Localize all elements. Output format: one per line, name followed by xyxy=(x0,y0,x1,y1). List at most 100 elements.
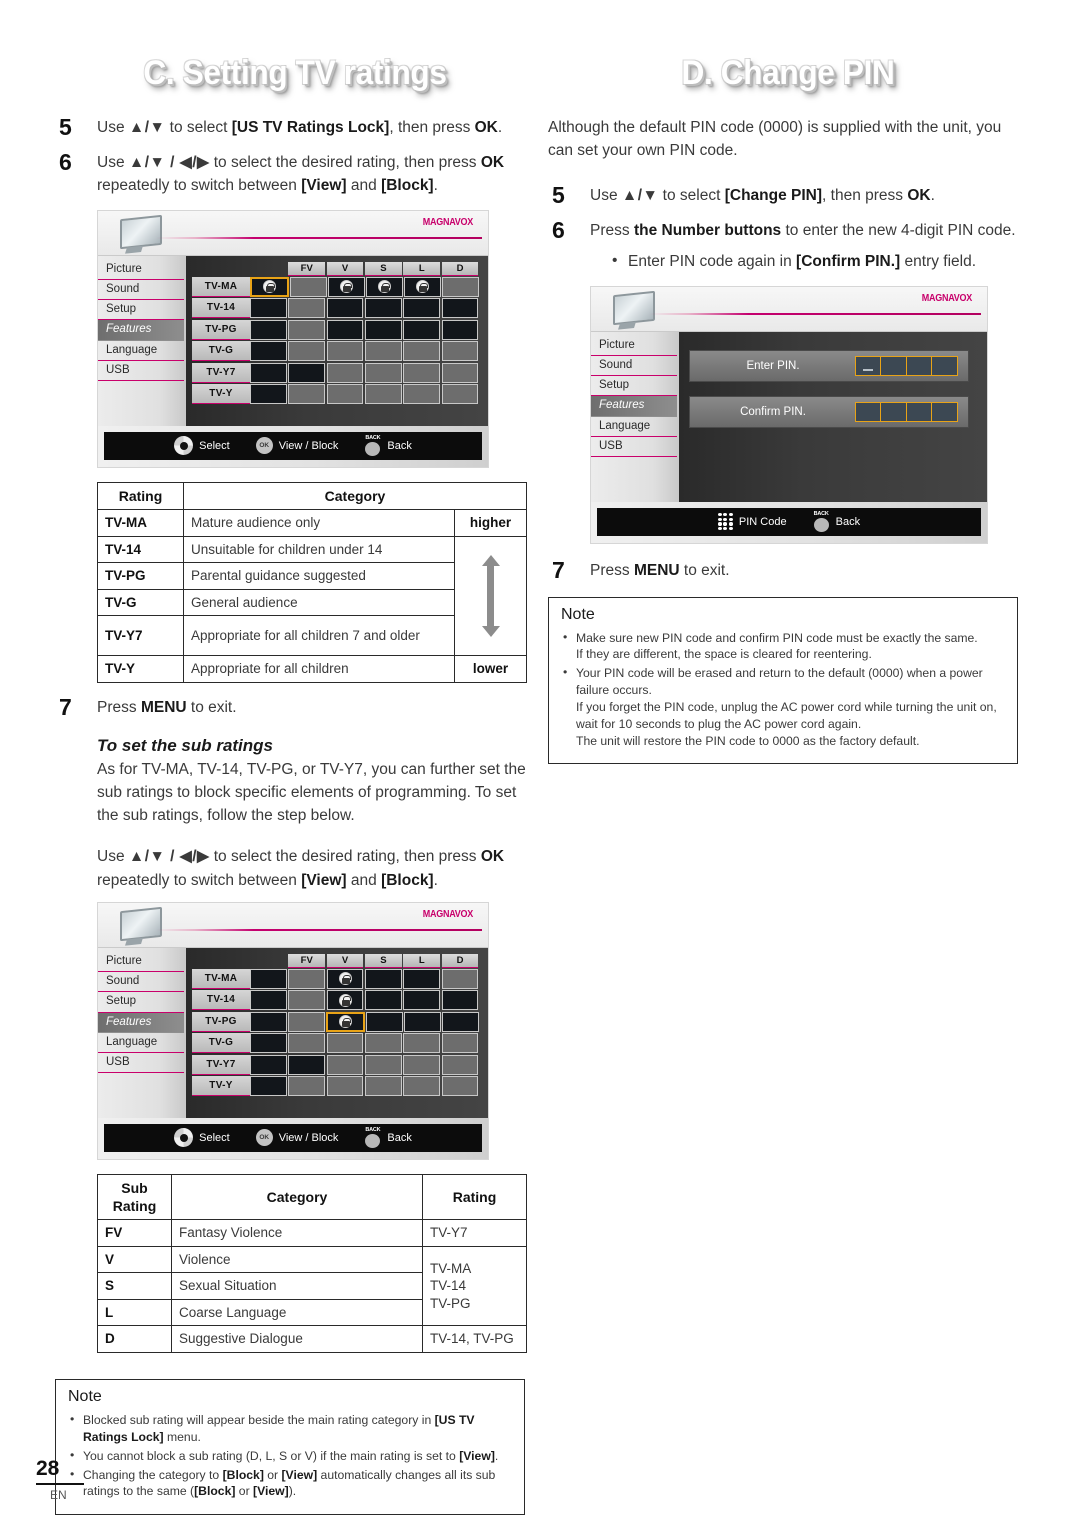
grid-cell-r3-c3[interactable] xyxy=(364,341,402,362)
grid-cell-r5-c1[interactable] xyxy=(288,1076,326,1097)
grid-cell-r5-c0[interactable] xyxy=(250,1076,287,1097)
bar-select-1[interactable]: Select xyxy=(174,436,230,456)
bar-back-1[interactable]: BACK Back xyxy=(364,435,412,456)
grid-cell-r5-c3[interactable] xyxy=(364,1076,402,1097)
grid-cell-r3-c4[interactable] xyxy=(403,1033,441,1054)
grid-cell-r1-c4[interactable] xyxy=(403,298,441,319)
pin-digit-2[interactable] xyxy=(880,355,907,376)
grid-cell-r4-c0[interactable] xyxy=(250,362,287,383)
grid-cell-r5-c4[interactable] xyxy=(403,384,441,405)
confirm-digit-2[interactable] xyxy=(880,401,907,422)
grid-cell-r5-c4[interactable] xyxy=(403,1076,441,1097)
grid-cell-r2-c3[interactable] xyxy=(364,319,402,340)
grid-cell-r3-c1[interactable] xyxy=(288,341,326,362)
sidebar-item-features[interactable]: Features xyxy=(98,1012,184,1033)
grid-cell-r1-c1[interactable] xyxy=(288,990,326,1011)
grid-cell-r2-c4[interactable] xyxy=(404,1011,441,1032)
grid-cell-r0-c1[interactable] xyxy=(288,968,326,989)
grid-cell-r3-c0[interactable] xyxy=(250,341,287,362)
grid-cell-r0-c5[interactable] xyxy=(441,968,479,989)
pin-digit-3[interactable] xyxy=(905,355,933,376)
grid-cell-r3-c5[interactable] xyxy=(441,1033,479,1054)
grid-cell-r0-c0[interactable] xyxy=(250,968,287,989)
grid-cell-r5-c5[interactable] xyxy=(441,384,479,405)
grid-cell-r1-c4[interactable] xyxy=(403,990,441,1011)
bar-pin-code[interactable]: PIN Code xyxy=(717,513,787,531)
grid-cell-r5-c2[interactable] xyxy=(326,1076,364,1097)
row-label-tv-ma[interactable]: TV-MA xyxy=(192,276,250,297)
grid-cell-r5-c3[interactable] xyxy=(364,384,402,405)
grid-cell-r2-c1[interactable] xyxy=(288,319,326,340)
grid-cell-r1-c3[interactable] xyxy=(364,298,402,319)
bar-back-3[interactable]: BACK Back xyxy=(813,511,860,532)
sidebar-item-picture[interactable]: Picture xyxy=(98,260,184,281)
sidebar-item-picture[interactable]: Picture xyxy=(98,952,184,973)
row-label-tv-y[interactable]: TV-Y xyxy=(192,384,250,405)
row-label-tv-y[interactable]: TV-Y xyxy=(192,1076,250,1097)
confirm-pin-row[interactable]: Confirm PIN. xyxy=(689,395,969,428)
sidebar-item-sound[interactable]: Sound xyxy=(98,972,184,993)
enter-pin-boxes[interactable] xyxy=(854,355,958,376)
row-label-tv-pg[interactable]: TV-PG xyxy=(192,319,250,340)
row-label-tv-g[interactable]: TV-G xyxy=(192,1033,250,1054)
bar-view-block-2[interactable]: OK View / Block xyxy=(255,1129,338,1147)
pin-digit-1[interactable] xyxy=(854,355,882,376)
grid-cell-r3-c0[interactable] xyxy=(250,1033,287,1054)
bar-back-2[interactable]: BACK Back xyxy=(364,1127,412,1148)
sidebar-item-setup[interactable]: Setup xyxy=(98,300,184,321)
grid-cell-r4-c1[interactable] xyxy=(288,362,326,383)
grid-cell-r4-c5[interactable] xyxy=(441,1054,479,1075)
sidebar-item-setup[interactable]: Setup xyxy=(591,376,677,397)
grid-cell-r0-c2[interactable] xyxy=(328,276,365,297)
confirm-digit-4[interactable] xyxy=(931,401,958,422)
grid-cell-r3-c3[interactable] xyxy=(364,1033,402,1054)
grid-cell-r0-c1[interactable] xyxy=(290,276,327,297)
grid-cell-r4-c2[interactable] xyxy=(326,1054,364,1075)
grid-cell-r4-c3[interactable] xyxy=(364,1054,402,1075)
grid-cell-r0-c4[interactable] xyxy=(404,276,441,297)
grid-cell-r4-c5[interactable] xyxy=(441,362,479,383)
row-label-tv-ma[interactable]: TV-MA xyxy=(192,968,250,989)
row-label-tv-14[interactable]: TV-14 xyxy=(192,298,250,319)
bar-select-2[interactable]: Select xyxy=(174,1128,230,1148)
grid-cell-r0-c3[interactable] xyxy=(364,968,402,989)
grid-cell-r1-c0[interactable] xyxy=(250,298,287,319)
grid-cell-r2-c0[interactable] xyxy=(250,319,287,340)
enter-pin-row[interactable]: Enter PIN. xyxy=(689,349,969,382)
grid-cell-r2-c0[interactable] xyxy=(250,1011,287,1032)
grid-cell-r0-c4[interactable] xyxy=(403,968,441,989)
confirm-digit-3[interactable] xyxy=(905,401,933,422)
sidebar-item-language[interactable]: Language xyxy=(98,1033,184,1054)
grid-cell-r5-c5[interactable] xyxy=(441,1076,479,1097)
grid-cell-r3-c4[interactable] xyxy=(403,341,441,362)
grid-cell-r1-c5[interactable] xyxy=(441,990,479,1011)
grid-cell-r4-c0[interactable] xyxy=(250,1054,287,1075)
row-label-tv-pg[interactable]: TV-PG xyxy=(192,1011,250,1032)
row-label-tv-g[interactable]: TV-G xyxy=(192,341,250,362)
grid-cell-r3-c1[interactable] xyxy=(288,1033,326,1054)
grid-cell-r1-c2[interactable] xyxy=(326,990,364,1011)
sidebar-item-setup[interactable]: Setup xyxy=(98,992,184,1013)
grid-cell-r1-c0[interactable] xyxy=(250,990,287,1011)
grid-cell-r2-c3[interactable] xyxy=(366,1011,403,1032)
grid-cell-r0-c2[interactable] xyxy=(326,968,364,989)
grid-cell-r5-c0[interactable] xyxy=(250,384,287,405)
grid-cell-r2-c2[interactable] xyxy=(326,1011,365,1032)
grid-cell-r0-c0[interactable] xyxy=(250,276,289,297)
sidebar-item-usb[interactable]: USB xyxy=(98,361,184,382)
grid-cell-r0-c5[interactable] xyxy=(442,276,479,297)
sidebar-item-sound[interactable]: Sound xyxy=(591,356,677,377)
grid-cell-r5-c2[interactable] xyxy=(326,384,364,405)
sidebar-item-picture[interactable]: Picture xyxy=(591,336,677,356)
grid-cell-r0-c3[interactable] xyxy=(366,276,403,297)
sidebar-item-usb[interactable]: USB xyxy=(591,437,677,457)
confirm-pin-boxes[interactable] xyxy=(854,401,958,422)
grid-cell-r1-c1[interactable] xyxy=(288,298,326,319)
grid-cell-r1-c5[interactable] xyxy=(441,298,479,319)
confirm-digit-1[interactable] xyxy=(854,401,882,422)
grid-cell-r3-c5[interactable] xyxy=(441,341,479,362)
grid-cell-r2-c5[interactable] xyxy=(441,319,479,340)
sidebar-item-features[interactable]: Features xyxy=(591,396,677,417)
grid-cell-r3-c2[interactable] xyxy=(326,1033,364,1054)
grid-cell-r2-c1[interactable] xyxy=(288,1011,325,1032)
